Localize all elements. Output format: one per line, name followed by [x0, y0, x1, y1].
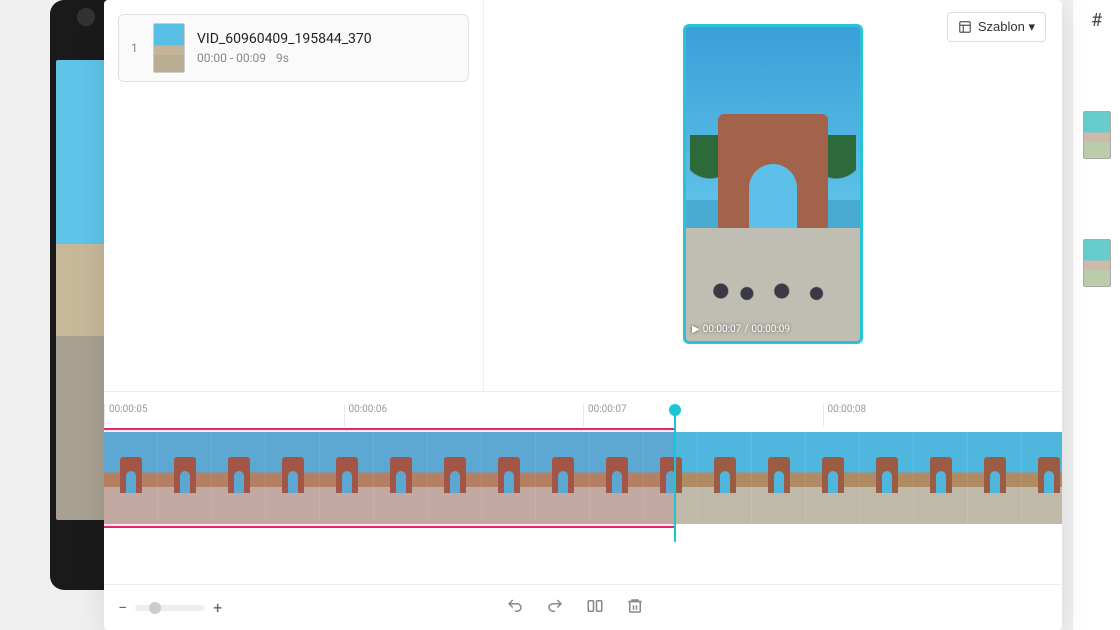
device-camera [77, 8, 95, 26]
play-icon[interactable]: ▶ [692, 324, 700, 335]
undo-button[interactable] [506, 597, 524, 619]
ruler-tick: 00:00:05 [104, 404, 344, 426]
timeline-frame [104, 432, 158, 524]
clip-duration: 9s [276, 51, 289, 65]
editor-upper: 1 VID_60960409_195844_370 00:00 - 00:09 … [104, 0, 1062, 392]
clip-title: VID_60960409_195844_370 [197, 31, 372, 47]
timeline-ruler[interactable]: 00:00:05 00:00:06 00:00:07 00:00:08 [104, 404, 1062, 426]
timeline-frame [320, 432, 374, 524]
clip-time-range: 00:00 - 00:09 [197, 51, 266, 65]
ruler-tick: 00:00:06 [344, 404, 584, 426]
ruler-tick: 00:00:08 [823, 404, 1063, 426]
zoom-slider[interactable] [135, 605, 205, 611]
timeline-panel: 00:00:05 00:00:06 00:00:07 00:00:08 [104, 392, 1062, 584]
sidebar-thumb[interactable] [1083, 111, 1111, 159]
timeline-frame [590, 432, 644, 524]
timeline-frame [158, 432, 212, 524]
timeline-frame [698, 432, 752, 524]
hash-tab[interactable]: # [1073, 10, 1120, 31]
preview-current-time: 00:00:07 [703, 324, 742, 335]
undo-icon [506, 597, 524, 615]
timeline-frame [752, 432, 806, 524]
preview-total-time: 00:00:09 [751, 324, 790, 335]
clip-item[interactable]: 1 VID_60960409_195844_370 00:00 - 00:09 … [118, 14, 469, 82]
timeline-frame [968, 432, 1022, 524]
timeline-frame [536, 432, 590, 524]
timeline-frames [104, 432, 1062, 524]
zoom-out-button[interactable]: − [118, 598, 127, 617]
zoom-control: − + [118, 598, 222, 617]
clip-meta: VID_60960409_195844_370 00:00 - 00:09 9s [197, 31, 372, 65]
timeline-frame [1022, 432, 1062, 524]
split-button[interactable] [586, 597, 604, 619]
sidebar-thumb[interactable] [1083, 239, 1111, 287]
zoom-in-button[interactable]: + [213, 598, 222, 617]
ruler-tick: 00:00:07 [583, 404, 823, 426]
redo-button[interactable] [546, 597, 564, 619]
preview-panel: Szablon ▾ ▶ 00:00:07/00:00:09 [484, 0, 1062, 391]
clip-thumbnail [153, 23, 185, 73]
trash-icon [626, 597, 644, 615]
preview-time-overlay: ▶ 00:00:07/00:00:09 [692, 324, 790, 335]
timeline-frame [860, 432, 914, 524]
preview-monument [718, 114, 828, 234]
zoom-slider-thumb[interactable] [149, 602, 161, 614]
editor-bottom-toolbar: − + [104, 584, 1062, 630]
playhead[interactable] [674, 412, 676, 542]
template-button-label: Szablon ▾ [978, 19, 1035, 35]
timeline-frame [482, 432, 536, 524]
video-preview[interactable]: ▶ 00:00:07/00:00:09 [683, 24, 863, 344]
delete-button[interactable] [626, 597, 644, 619]
split-icon [586, 597, 604, 615]
timeline-frame [644, 432, 698, 524]
timeline-frame [266, 432, 320, 524]
preview-people [686, 266, 860, 316]
redo-icon [546, 597, 564, 615]
clip-index: 1 [131, 41, 141, 55]
editor-modal: 1 VID_60960409_195844_370 00:00 - 00:09 … [104, 0, 1062, 630]
timeline-frame [374, 432, 428, 524]
timeline-frame [914, 432, 968, 524]
clip-list-panel: 1 VID_60960409_195844_370 00:00 - 00:09 … [104, 0, 484, 391]
right-sidebar: # [1072, 0, 1120, 630]
timeline-frame [428, 432, 482, 524]
timeline-frame [212, 432, 266, 524]
template-button[interactable]: Szablon ▾ [947, 12, 1046, 42]
timeline-track[interactable] [104, 432, 1062, 524]
template-icon [958, 20, 972, 34]
edit-tools [506, 597, 644, 619]
timeline-frame [806, 432, 860, 524]
